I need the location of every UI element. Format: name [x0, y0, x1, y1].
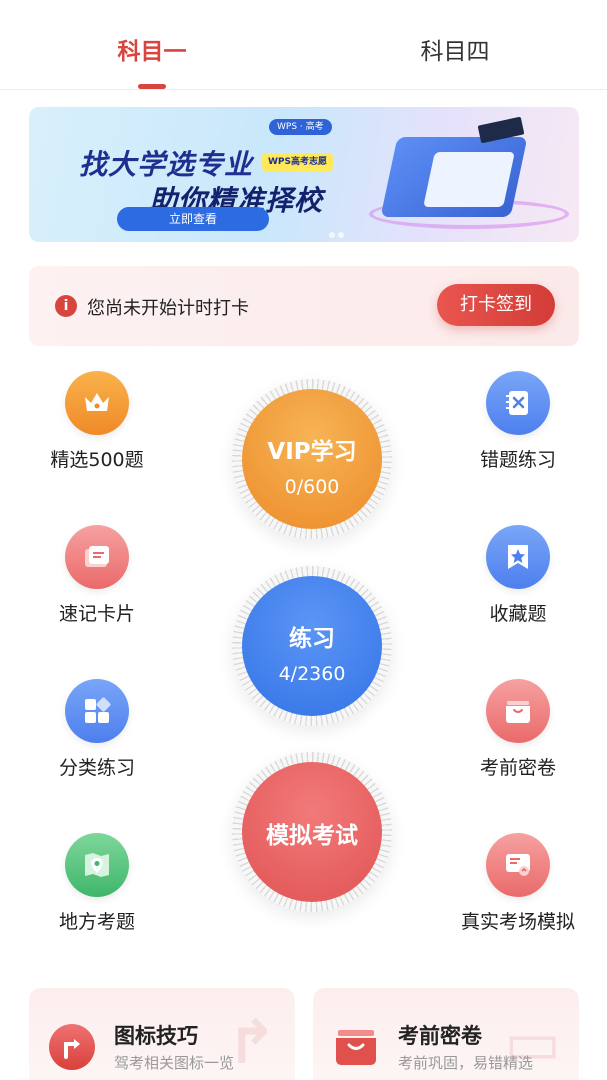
- feature-label: 考前密卷: [479, 757, 556, 779]
- vip-progress: 0/600: [284, 476, 340, 498]
- star-bookmark-icon: [486, 525, 550, 589]
- practice-button[interactable]: 练习 4/2360: [232, 566, 392, 726]
- map-pin-icon: [65, 833, 129, 897]
- feature-label: 真实考场模拟: [460, 911, 575, 933]
- turn-arrow-watermark-icon: ↱: [226, 1008, 277, 1078]
- practice-progress: 4/2360: [278, 663, 346, 685]
- wrong-book-icon: [486, 371, 550, 435]
- screen-icon: [486, 833, 550, 897]
- box-icon: [333, 1024, 379, 1070]
- turn-arrow-icon: [49, 1024, 95, 1070]
- feature-label: 地方考题: [58, 911, 135, 933]
- cards-icon: [65, 525, 129, 589]
- practice-title: 练习: [289, 626, 335, 652]
- banner-pagination: [329, 223, 359, 238]
- box-icon: [486, 679, 550, 743]
- feature-local-questions[interactable]: 地方考题: [22, 833, 172, 934]
- vip-title: VIP学习: [267, 439, 357, 465]
- feature-label: 精选500题: [50, 449, 144, 471]
- checkin-bar: i 您尚未开始计时打卡 打卡签到: [29, 266, 579, 346]
- secret-papers-card[interactable]: ▭ 考前密卷 考前巩固，易错精选: [313, 988, 579, 1080]
- grid-icon: [65, 679, 129, 743]
- feature-secret-papers[interactable]: 考前密卷: [443, 679, 593, 780]
- crown-icon: [65, 371, 129, 435]
- feature-flash-cards[interactable]: 速记卡片: [22, 525, 172, 626]
- promo-banner[interactable]: WPS · 高考 找大学选专业 WPS高考志愿 助你精准择校 立即查看: [29, 107, 579, 242]
- banner-headline-1: 找大学选专业: [79, 148, 254, 181]
- feature-label: 分类练习: [58, 757, 135, 779]
- mock-exam-title: 模拟考试: [266, 823, 358, 849]
- tab-subject-4[interactable]: 科目四: [385, 32, 525, 66]
- subject-tabs: 科目一 科目四: [0, 0, 607, 90]
- checkin-message: 您尚未开始计时打卡: [87, 298, 249, 319]
- book-page-illustration: [423, 152, 515, 207]
- card-title: 图标技巧: [114, 1024, 198, 1048]
- feature-label: 速记卡片: [58, 603, 135, 625]
- feature-selected-500[interactable]: 精选500题: [22, 371, 172, 472]
- active-tab-indicator: [138, 84, 166, 89]
- banner-top-chip: WPS · 高考: [269, 119, 332, 135]
- card-subtitle: 考前巩固，易错精选: [398, 1054, 534, 1072]
- feature-label: 错题练习: [479, 449, 556, 471]
- mock-exam-button[interactable]: 模拟考试: [232, 752, 392, 912]
- feature-favorites[interactable]: 收藏题: [443, 525, 593, 626]
- tab-subject-1[interactable]: 科目一: [82, 32, 222, 66]
- card-title: 考前密卷: [398, 1024, 482, 1048]
- feature-label: 收藏题: [489, 603, 547, 625]
- feature-real-exam-sim[interactable]: 真实考场模拟: [443, 833, 593, 934]
- info-icon: i: [55, 295, 77, 317]
- feature-category-practice[interactable]: 分类练习: [22, 679, 172, 780]
- checkin-button[interactable]: 打卡签到: [437, 284, 555, 326]
- card-subtitle: 驾考相关图标一览: [114, 1054, 235, 1072]
- icon-tips-card[interactable]: ↱ 图标技巧 驾考相关图标一览: [29, 988, 295, 1080]
- vip-study-button[interactable]: VIP学习 0/600: [232, 379, 392, 539]
- banner-cta-button[interactable]: 立即查看: [117, 207, 269, 231]
- banner-tag: WPS高考志愿: [262, 153, 334, 171]
- feature-wrong-questions[interactable]: 错题练习: [443, 371, 593, 472]
